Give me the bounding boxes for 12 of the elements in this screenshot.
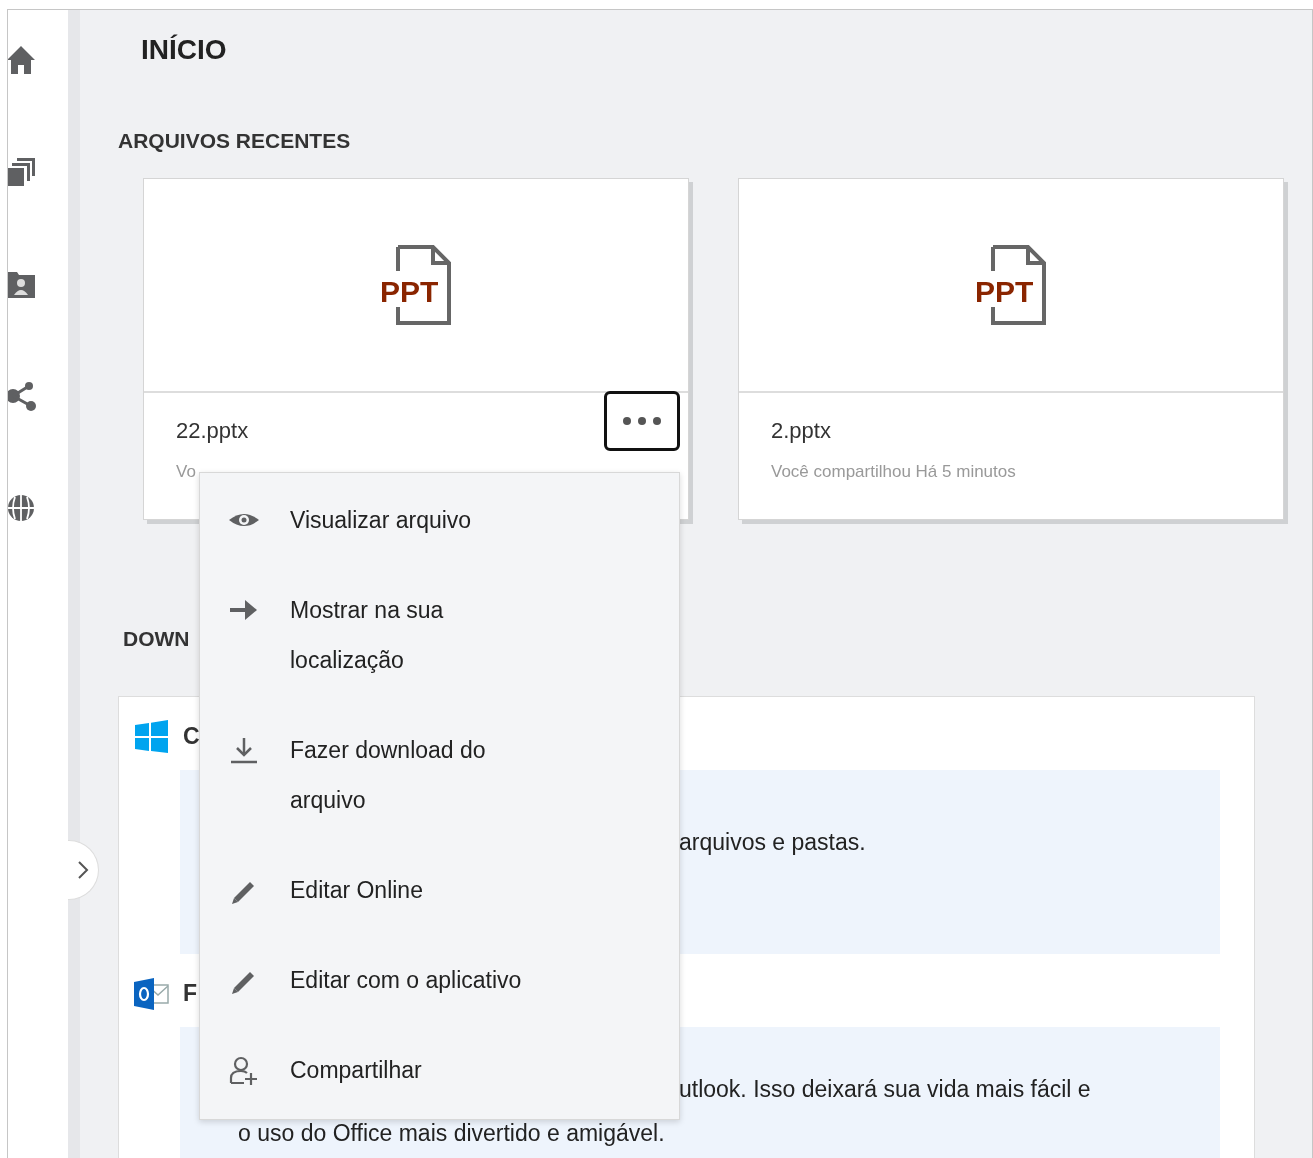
info-text: arquivos e pastas. [679,828,866,857]
info-text: o uso do Office mais divertido e amigável. [238,1119,665,1148]
file-name: 2.pptx [771,417,831,445]
section-title: F [183,979,198,1007]
file-detail: Vo [176,461,197,483]
info-text: utlook. Isso deixará sua vida mais fácil e [679,1075,1091,1104]
section-heading: DOWN [123,626,191,652]
page-title: INÍCIO [141,33,228,67]
file-detail: Você compartilhou Há 5 minutos [771,461,1017,483]
section-heading: ARQUIVOS RECENTES [118,128,352,154]
file-name: 22.pptx [176,417,249,445]
section-title: C [183,722,200,750]
